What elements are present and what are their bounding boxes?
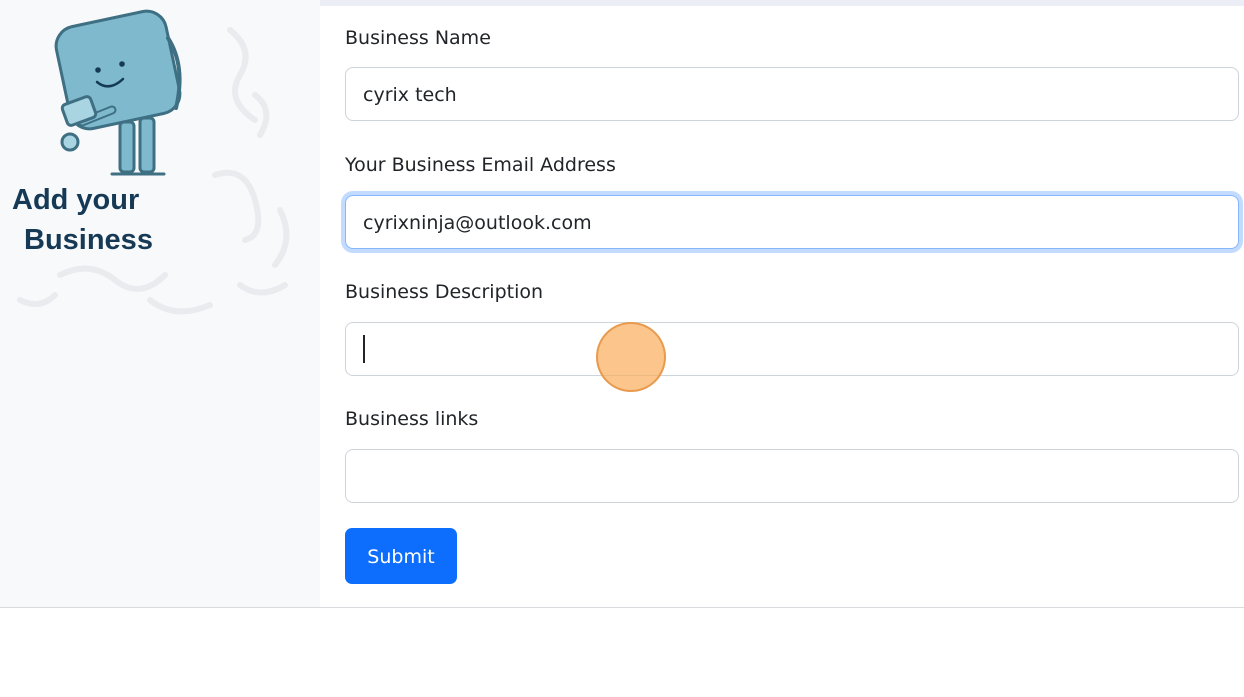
links-input[interactable]: [345, 449, 1239, 503]
brand-panel: Add your Business: [0, 0, 320, 608]
description-input[interactable]: [345, 322, 1239, 376]
text-caret: [363, 334, 365, 363]
click-indicator-icon: [596, 322, 666, 392]
email-label: Your Business Email Address: [345, 154, 616, 176]
brand-title: Add your Business: [12, 180, 212, 260]
description-label: Business Description: [345, 281, 544, 303]
business-name-label: Business Name: [345, 27, 491, 49]
links-label: Business links: [345, 408, 479, 430]
email-input[interactable]: cyrixninja@outlook.com: [345, 195, 1239, 249]
submit-button[interactable]: Submit: [345, 528, 457, 584]
brand-title-line1: Add your: [12, 184, 140, 216]
business-name-input[interactable]: cyrix tech: [345, 67, 1239, 121]
brand-title-line2: Business: [24, 224, 153, 256]
mascot-icon: [54, 9, 182, 176]
footer-divider: [0, 607, 1244, 608]
